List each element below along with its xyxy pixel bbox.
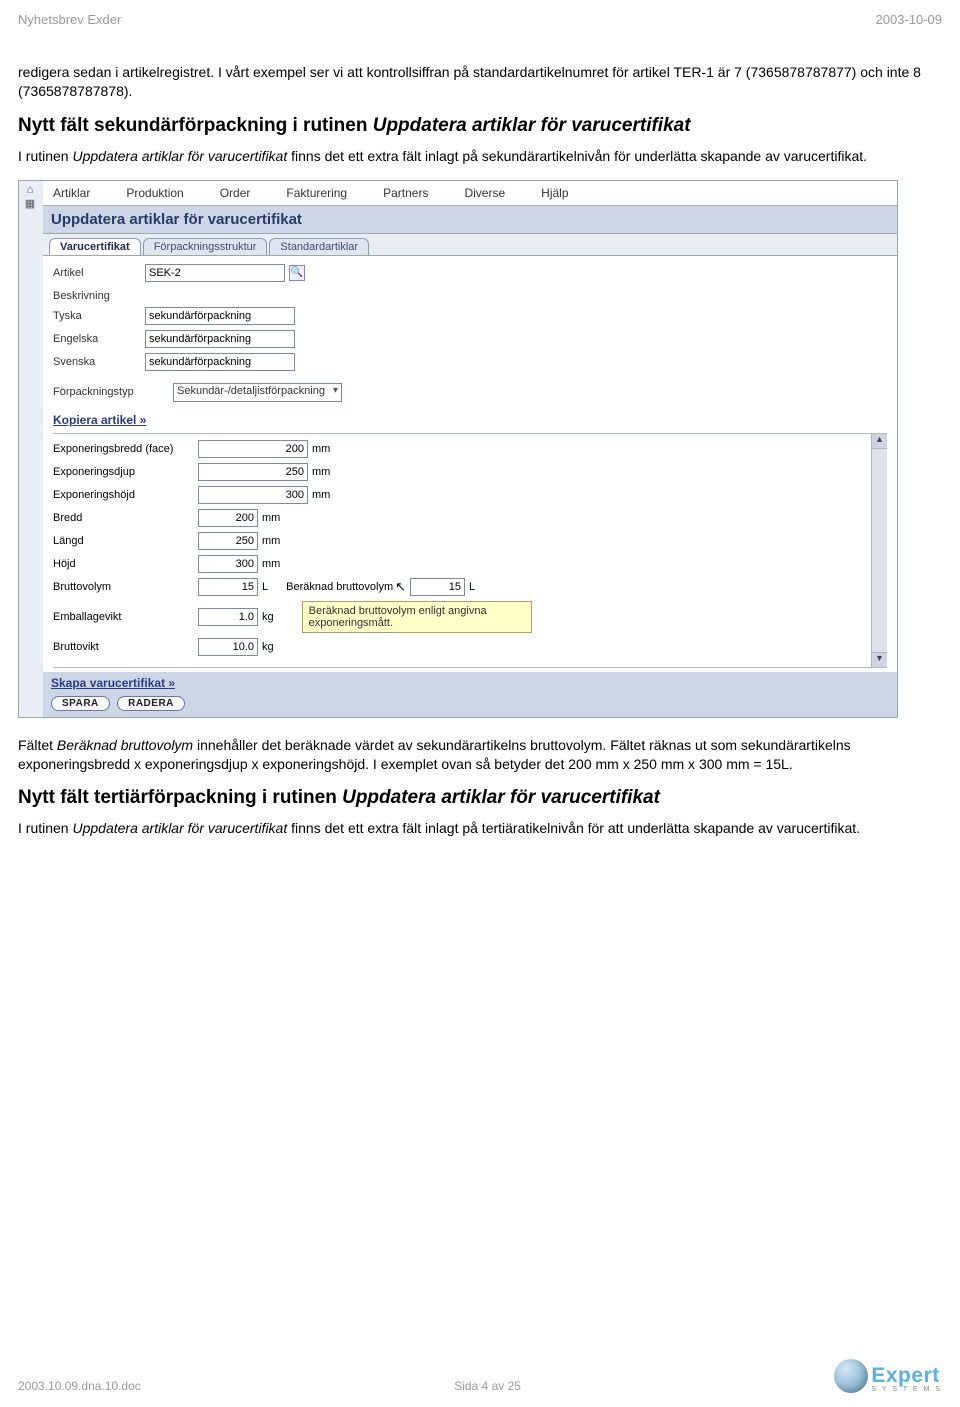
header-left: Nyhetsbrev Exder	[18, 12, 121, 27]
m0-input[interactable]	[198, 440, 308, 458]
svenska-label: Svenska	[53, 356, 145, 368]
p1-ital: Beräknad bruttovolym	[57, 737, 193, 753]
engelska-label: Engelska	[53, 333, 145, 345]
m1-unit: mm	[312, 466, 330, 478]
home-icon[interactable]: ⌂	[19, 183, 41, 197]
page-footer: 2003.10.09.dna.10.doc Sida 4 av 25 Exper…	[18, 1359, 942, 1393]
save-button[interactable]: SPARA	[51, 696, 110, 711]
grid-icon[interactable]: ▦	[19, 197, 41, 211]
tyska-input[interactable]	[145, 307, 295, 325]
left-icon-strip: ⌂ ▦	[19, 181, 41, 211]
menu-order[interactable]: Order	[210, 183, 277, 203]
logo-sub: S Y S T E M S	[871, 1386, 942, 1393]
intro-paragraph: redigera sedan i artikelregistret. I vår…	[18, 63, 942, 101]
scroll-down-icon[interactable]: ▼	[872, 652, 887, 667]
measure-scroll-area: ▲ ▼ Exponeringsbredd (face) mm Exponering…	[53, 433, 887, 668]
m8-unit: kg	[262, 641, 274, 653]
calc-input	[410, 578, 465, 596]
section1-heading: Nytt fält sekundärförpackning i rutinen …	[18, 115, 942, 137]
tyska-label: Tyska	[53, 310, 145, 322]
section1-heading-ital: Uppdatera artiklar för varucertifikat	[373, 115, 691, 136]
copy-article-link[interactable]: Kopiera artikel »	[53, 413, 146, 427]
m7-input[interactable]	[198, 608, 258, 626]
cursor-icon: ↖	[395, 579, 406, 595]
tab-standardartiklar[interactable]: Standardartiklar	[269, 238, 369, 255]
m4-label: Längd	[53, 535, 198, 547]
section1-body-b: finns det ett extra fält inlagt på sekun…	[287, 148, 867, 164]
m7-unit: kg	[262, 611, 274, 623]
menu-diverse[interactable]: Diverse	[454, 183, 531, 203]
tab-forpackningsstruktur[interactable]: Förpackningsstruktur	[143, 238, 268, 255]
artikel-input[interactable]	[145, 264, 285, 282]
menu-artiklar[interactable]: Artiklar	[43, 183, 116, 203]
m0-label: Exponeringsbredd (face)	[53, 443, 198, 455]
p1a: Fältet	[18, 737, 57, 753]
menu-fakturering[interactable]: Fakturering	[276, 183, 373, 203]
section2-body: I rutinen Uppdatera artiklar för varucer…	[18, 819, 942, 838]
scrollbar[interactable]: ▲ ▼	[871, 434, 887, 667]
app-screenshot: ⌂ ▦ Artiklar Produktion Order Fakturerin…	[18, 180, 898, 718]
calc-unit: L	[469, 581, 475, 593]
tabstrip: Varucertifikat Förpackningsstruktur Stan…	[43, 234, 897, 256]
m6-label: Bruttovolym	[53, 581, 198, 593]
calc-tooltip: Beräknad bruttovolym enligt angivna expo…	[302, 601, 532, 633]
calc-label: Beräknad bruttovolym	[286, 581, 393, 593]
form-area: Artikel 🔍 Beskrivning Tyska Engelska Sve…	[43, 256, 897, 672]
after-shot-paragraph: Fältet Beräknad bruttovolym innehåller d…	[18, 736, 942, 774]
footer-file: 2003.10.09.dna.10.doc	[18, 1379, 141, 1393]
footer-page: Sida 4 av 25	[454, 1379, 521, 1393]
m2-unit: mm	[312, 489, 330, 501]
section2-heading: Nytt fält tertiärförpackning i rutinen U…	[18, 787, 942, 809]
m2-input[interactable]	[198, 486, 308, 504]
delete-button[interactable]: RADERA	[117, 696, 185, 711]
menu-partners[interactable]: Partners	[373, 183, 454, 203]
m6-unit: L	[262, 581, 268, 593]
tab-varucertifikat[interactable]: Varucertifikat	[49, 238, 141, 255]
section2-heading-ital: Uppdatera artiklar för varucertifikat	[342, 787, 660, 808]
section1-heading-prefix: Nytt fält sekundärförpackning i rutinen	[18, 115, 373, 136]
section2-body-b: finns det ett extra fält inlagt på terti…	[287, 820, 860, 836]
section1-body-a: I rutinen	[18, 148, 72, 164]
m4-unit: mm	[262, 535, 280, 547]
m7-label: Emballagevikt	[53, 611, 198, 623]
m8-label: Bruttovikt	[53, 641, 198, 653]
m6-input[interactable]	[198, 578, 258, 596]
m3-unit: mm	[262, 512, 280, 524]
engelska-input[interactable]	[145, 330, 295, 348]
section2-body-a: I rutinen	[18, 820, 72, 836]
m3-label: Bredd	[53, 512, 198, 524]
beskrivning-label: Beskrivning	[53, 290, 145, 302]
m0-unit: mm	[312, 443, 330, 455]
logo-globe-icon	[834, 1359, 868, 1393]
m5-label: Höjd	[53, 558, 198, 570]
scroll-up-icon[interactable]: ▲	[872, 434, 887, 449]
menu-produktion[interactable]: Produktion	[116, 183, 209, 203]
panel-title: Uppdatera artiklar för varucertifikat	[43, 206, 897, 234]
artikel-label: Artikel	[53, 267, 145, 279]
svenska-input[interactable]	[145, 353, 295, 371]
m1-input[interactable]	[198, 463, 308, 481]
logo-word: Expert	[871, 1365, 942, 1386]
packtype-select[interactable]: Sekundär-/detaljistförpackning	[173, 383, 342, 402]
section2-body-ital: Uppdatera artiklar för varucertifikat	[72, 820, 287, 836]
logo: Expert S Y S T E M S	[834, 1359, 942, 1393]
m5-unit: mm	[262, 558, 280, 570]
m5-input[interactable]	[198, 555, 258, 573]
section1-body-ital: Uppdatera artiklar för varucertifikat	[72, 148, 287, 164]
create-varucertifikat-link[interactable]: Skapa varucertifikat »	[51, 676, 889, 690]
section2-heading-prefix: Nytt fält tertiärförpackning i rutinen	[18, 787, 342, 808]
m3-input[interactable]	[198, 509, 258, 527]
bottom-strip: Skapa varucertifikat » SPARA RADERA	[43, 672, 897, 717]
page-header: Nyhetsbrev Exder 2003-10-09	[18, 12, 942, 27]
m8-input[interactable]	[198, 638, 258, 656]
header-date: 2003-10-09	[876, 12, 943, 27]
lookup-icon[interactable]: 🔍	[289, 265, 305, 281]
m2-label: Exponeringshöjd	[53, 489, 198, 501]
menubar: Artiklar Produktion Order Fakturering Pa…	[43, 181, 897, 206]
packtype-label: Förpackningstyp	[53, 386, 173, 398]
m1-label: Exponeringsdjup	[53, 466, 198, 478]
menu-hjalp[interactable]: Hjälp	[531, 183, 594, 203]
m4-input[interactable]	[198, 532, 258, 550]
section1-body: I rutinen Uppdatera artiklar för varucer…	[18, 147, 942, 166]
